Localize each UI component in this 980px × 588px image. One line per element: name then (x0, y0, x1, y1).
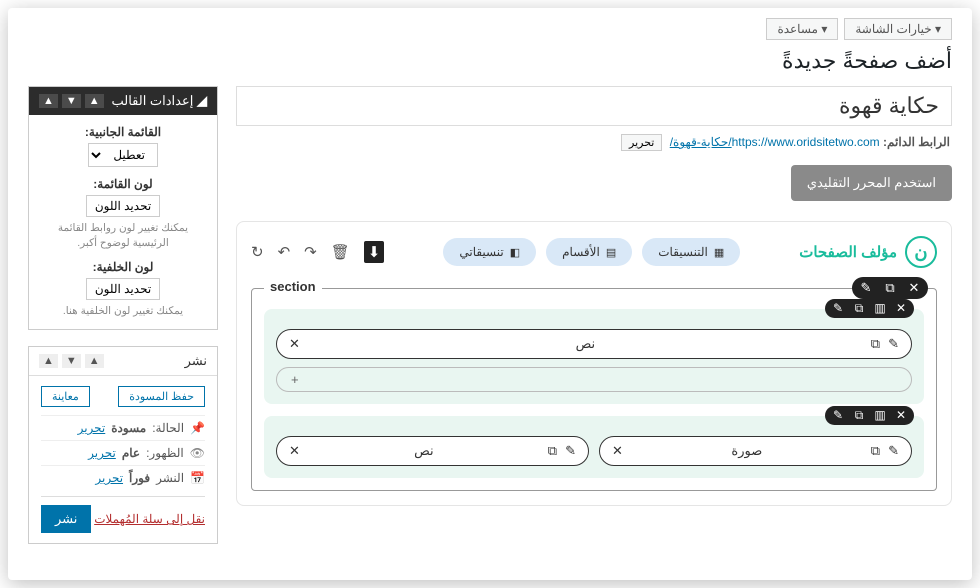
permalink-row: الرابط الدائم: https://www.oridsitetwo.c… (238, 134, 950, 151)
status-row: 📌 الحالة: مسودة تحرير (41, 415, 205, 440)
move-to-trash-link[interactable]: نقل إلى سلة المُهملات (94, 512, 205, 526)
down-icon[interactable]: ▼ (62, 354, 81, 368)
builder-row: ✎ ⧉ ▥ ✕ ✕ نص ⧉ ✎ (264, 309, 924, 404)
up-icon[interactable]: ▲ (39, 94, 58, 108)
theme-settings-box: ◢ إعدادات القالب ▲▼▲ القائمة الجانبية: ت… (28, 86, 218, 330)
menu-color-label: لون القائمة: (41, 177, 205, 191)
element-label[interactable]: نص (414, 443, 434, 459)
save-icon: ◧ (510, 246, 520, 259)
page-builder-panel: ن مؤلف الصفحات ▦التنسيقات ▤الأقسام ◧تنسي… (236, 221, 952, 506)
screen-options-button[interactable]: خيارات الشاشة ▾ (844, 18, 952, 40)
sections-icon: ▤ (606, 246, 616, 259)
copy-icon[interactable]: ⧉ (871, 336, 880, 352)
myformats-tab[interactable]: ◧تنسيقاتي (443, 238, 536, 266)
section-label: section (264, 279, 322, 294)
text-element: ✕ نص ⧉ ✎ (276, 436, 589, 466)
help-button[interactable]: مساعدة ▾ (766, 18, 838, 40)
close-icon[interactable]: ✕ (612, 443, 623, 459)
copy-icon[interactable]: ⧉ (852, 408, 866, 423)
toggle-icon[interactable]: ▲ (85, 94, 104, 108)
trash-icon[interactable]: 🗑 (331, 243, 350, 261)
side-menu-label: القائمة الجانبية: (41, 125, 205, 139)
copy-icon[interactable]: ⧉ (882, 280, 898, 296)
close-icon[interactable]: ✕ (906, 280, 922, 296)
screen-options-bar: مساعدة ▾ خيارات الشاشة ▾ (28, 18, 952, 40)
calendar-icon: 📅 (190, 471, 205, 485)
section-controls: ✎ ⧉ ✕ (852, 277, 928, 299)
menu-color-desc: يمكنك تغيير لون روابط القائمة الرئيسية ل… (41, 221, 205, 250)
bg-color-label: لون الخلفية: (41, 260, 205, 274)
edit-schedule-link[interactable]: تحرير (95, 471, 123, 485)
brand-logo-icon: ن (905, 236, 937, 268)
element-label[interactable]: نص (576, 336, 596, 352)
copy-icon[interactable]: ⧉ (871, 443, 880, 459)
bg-color-desc: يمكنك تغيير لون الخلفية هنا. (41, 304, 205, 319)
close-icon[interactable]: ✕ (289, 336, 300, 352)
edit-icon[interactable]: ✎ (888, 336, 899, 352)
edit-icon[interactable]: ✎ (888, 443, 899, 459)
edit-status-link[interactable]: تحرير (78, 421, 106, 435)
side-menu-select[interactable]: تعطيل (88, 143, 158, 167)
close-icon[interactable]: ✕ (289, 443, 300, 459)
bg-color-button[interactable]: تحديد اللون (86, 278, 160, 300)
save-draft-button[interactable]: حفظ المسودة (118, 386, 205, 407)
builder-tools: ↻ ↶ ↷ 🗑 ⬇ (251, 241, 384, 263)
image-element: ✕ صورة ⧉ ✎ (599, 436, 912, 466)
row-controls: ✎ ⧉ ▥ ✕ (825, 299, 914, 318)
preview-button[interactable]: معاينة (41, 386, 90, 407)
row-controls: ✎ ⧉ ▥ ✕ (825, 406, 914, 425)
permalink-slug: /حكاية-قهوة/ (670, 135, 732, 149)
permalink-base[interactable]: https://www.oridsitetwo.com (732, 135, 880, 149)
undo-icon[interactable]: ↶ (278, 243, 291, 261)
builder-section: section ✎ ⧉ ✕ ✎ ⧉ ▥ ✕ (251, 288, 937, 491)
download-icon[interactable]: ⬇ (364, 241, 385, 263)
close-icon[interactable]: ✕ (894, 408, 908, 423)
sidebar-column: ◢ إعدادات القالب ▲▼▲ القائمة الجانبية: ت… (28, 86, 218, 560)
postbox-header[interactable]: نشر ▲▼▲ (29, 347, 217, 376)
toggle-icon[interactable]: ▲ (85, 354, 104, 368)
copy-icon[interactable]: ⧉ (548, 443, 557, 459)
edit-icon[interactable]: ✎ (565, 443, 576, 459)
menu-color-button[interactable]: تحديد اللون (86, 195, 160, 217)
add-element-button[interactable]: + (276, 367, 912, 392)
edit-icon[interactable]: ✎ (831, 408, 845, 423)
up-icon[interactable]: ▲ (39, 354, 58, 368)
visibility-row: 👁 الظهور: عام تحرير (41, 440, 205, 465)
edit-icon[interactable]: ✎ (831, 301, 845, 316)
pin-icon: 📌 (190, 421, 205, 435)
columns-icon[interactable]: ▥ (873, 408, 887, 423)
permalink-edit-button[interactable]: تحرير (621, 134, 662, 151)
text-element: ✕ نص ⧉ ✎ (276, 329, 912, 359)
history-icon[interactable]: ↻ (251, 243, 264, 261)
builder-brand: ن مؤلف الصفحات (799, 236, 937, 268)
edit-visibility-link[interactable]: تحرير (88, 446, 116, 460)
builder-row: ✎ ⧉ ▥ ✕ ✕ نص ⧉✎ ✕ (264, 416, 924, 478)
classic-editor-button[interactable]: استخدم المحرر التقليدي (791, 165, 952, 201)
redo-icon[interactable]: ↷ (304, 243, 317, 261)
main-column: الرابط الدائم: https://www.oridsitetwo.c… (236, 86, 952, 506)
publish-button[interactable]: نشر (41, 505, 91, 533)
publish-box: نشر ▲ ▼ ▲ حفظ المسودة معاينة 📌 الحالة: مسو… (28, 346, 218, 544)
postbox-header[interactable]: ◢ إعدادات القالب ▲▼▲ (29, 87, 217, 115)
formats-tab[interactable]: ▦التنسيقات (642, 238, 740, 266)
eye-icon: 👁 (190, 446, 205, 460)
down-icon[interactable]: ▼ (62, 94, 81, 108)
page-title: أضف صفحةً جديدةً (28, 48, 952, 74)
close-icon[interactable]: ✕ (894, 301, 908, 316)
layout-icon: ▦ (714, 246, 724, 259)
columns-icon[interactable]: ▥ (873, 301, 887, 316)
sections-tab[interactable]: ▤الأقسام (546, 238, 632, 266)
copy-icon[interactable]: ⧉ (852, 301, 866, 316)
element-label[interactable]: صورة (731, 443, 762, 459)
schedule-row: 📅 النشر فوراً تحرير (41, 465, 205, 490)
edit-icon[interactable]: ✎ (858, 280, 874, 296)
post-title-input[interactable] (236, 86, 952, 126)
